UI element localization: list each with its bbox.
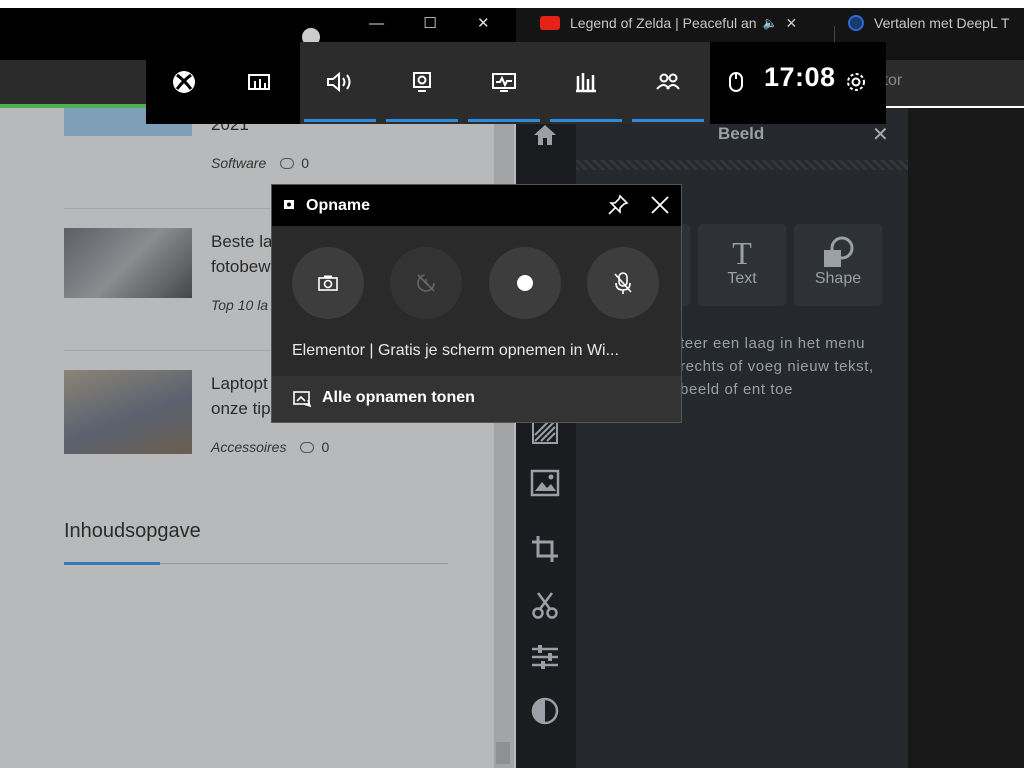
capture-widget-title: Opname (306, 197, 371, 214)
xbox-button[interactable] (148, 52, 220, 112)
article-title[interactable]: Beste la fotobew (211, 229, 272, 279)
image-icon[interactable] (528, 466, 562, 500)
comment-icon (280, 157, 295, 169)
social-active-indicator (632, 119, 704, 122)
xbox-social-button[interactable] (632, 52, 704, 112)
close-window-button[interactable]: ✕ (457, 8, 510, 38)
audio-active-indicator (304, 119, 376, 122)
panel-hatch-divider (576, 160, 908, 170)
tool-card-shape[interactable]: Shape (794, 224, 882, 306)
last-capture-filename[interactable]: Elementor | Gratis je scherm opnemen in … (292, 342, 619, 360)
tab-title: Legend of Zelda | Peaceful an (570, 15, 757, 31)
deepl-icon (848, 15, 864, 31)
record-dot-icon (517, 275, 533, 291)
speaker-icon[interactable]: 🔈 (763, 16, 778, 30)
capture-icon (413, 72, 431, 92)
comment-count: 0 (301, 155, 310, 171)
capture-widget-button[interactable] (386, 52, 458, 112)
tab-deepl[interactable]: Vertalen met DeepL T (848, 10, 1024, 36)
crop-icon[interactable] (528, 532, 562, 566)
capture-header-icon (284, 200, 294, 209)
capture-widget: Opname Elementor | Gratis je scherm opne… (271, 184, 682, 423)
comment-count: 0 (321, 439, 330, 455)
mic-toggle-button[interactable] (587, 247, 659, 319)
tool-label: Shape (814, 270, 862, 287)
close-icon[interactable] (648, 193, 672, 217)
article-meta: Top 10 la (211, 297, 268, 313)
minimize-button[interactable]: — (350, 8, 403, 38)
performance-active-indicator (468, 119, 540, 122)
camera-icon (318, 275, 338, 291)
article-category[interactable]: Accessoires (211, 439, 286, 455)
youtube-icon (540, 16, 560, 30)
article-thumbnail[interactable] (64, 228, 192, 298)
toc-accent (64, 562, 160, 565)
shape-tool-icon (794, 236, 882, 270)
performance-button[interactable] (468, 52, 540, 112)
settings-button[interactable] (820, 52, 892, 112)
toc-title: Inhoudsopgave (64, 520, 201, 542)
panel-title: Beeld (718, 124, 765, 143)
text-tool-icon: T (732, 234, 752, 271)
pin-icon[interactable] (606, 193, 630, 217)
widget-menu-button[interactable] (224, 52, 296, 112)
audio-icon (327, 71, 351, 93)
settings-icon (847, 73, 865, 91)
sliders-icon[interactable] (528, 640, 562, 674)
article-title[interactable]: Laptopt onze tip (211, 371, 271, 421)
article-thumbnail[interactable] (64, 370, 192, 454)
resources-active-indicator (550, 119, 622, 122)
tab-close-button[interactable]: ✕ (786, 15, 798, 32)
resources-icon (576, 73, 596, 93)
editor-hint-text: teer een laag in het menu rechts of voeg… (680, 335, 874, 398)
scrollbar-thumb[interactable] (496, 742, 510, 764)
tool-label: Text (727, 270, 757, 287)
gallery-icon (293, 391, 312, 408)
tab-title: Vertalen met DeepL T (874, 15, 1010, 31)
resources-button[interactable] (550, 52, 622, 112)
audio-button[interactable] (304, 52, 376, 112)
xbox-icon (173, 71, 195, 93)
editor-canvas-edge (908, 108, 1024, 768)
record-last-disabled-icon (417, 274, 435, 292)
scissors-icon[interactable] (528, 588, 562, 622)
performance-icon (492, 73, 516, 92)
article-meta: Software 0 (211, 155, 309, 171)
capture-active-indicator (386, 119, 458, 122)
tool-card-text[interactable]: T Text (698, 224, 786, 306)
mic-off-icon (614, 272, 632, 294)
article-meta: Accessoires 0 (211, 439, 329, 455)
xbox-social-icon (656, 73, 680, 90)
widget-menu-icon (248, 74, 270, 90)
maximize-button[interactable]: ☐ (403, 8, 456, 38)
contrast-icon[interactable] (528, 694, 562, 728)
comment-icon (300, 441, 315, 453)
window-controls: — ☐ ✕ (350, 8, 510, 38)
screenshot-button[interactable] (292, 247, 364, 319)
article-category[interactable]: Top 10 la (211, 297, 268, 313)
record-last-button[interactable] (390, 247, 462, 319)
show-all-captures-link[interactable]: Alle opnamen tonen (322, 389, 475, 407)
record-button[interactable] (489, 247, 561, 319)
tab-youtube[interactable]: Legend of Zelda | Peaceful an 🔈 ✕ (540, 10, 840, 36)
panel-close-button[interactable]: ✕ (872, 122, 889, 147)
article-category[interactable]: Software (211, 155, 266, 171)
mouse-icon[interactable] (700, 52, 772, 112)
